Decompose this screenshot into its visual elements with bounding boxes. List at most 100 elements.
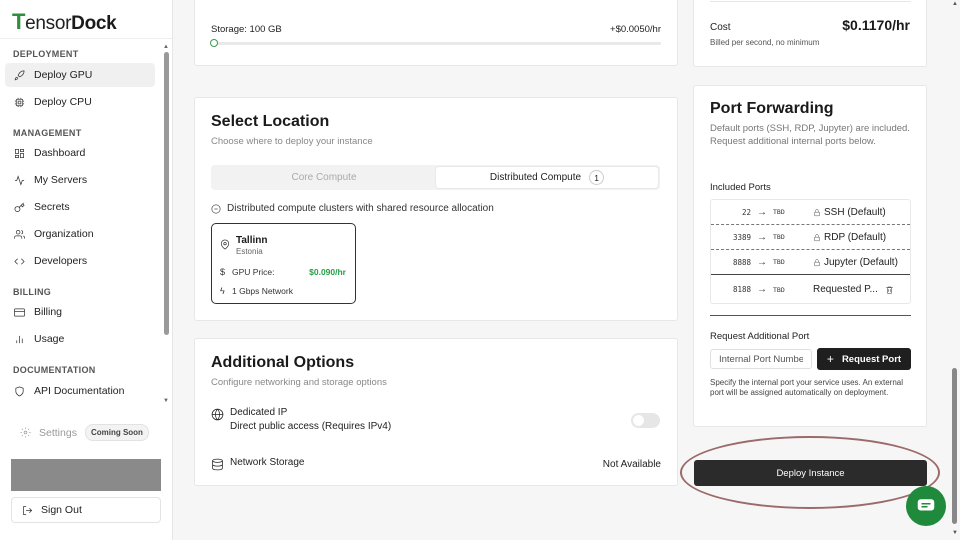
- plus-icon: +: [826, 352, 834, 366]
- storage-price: +$0.0050/hr: [610, 24, 661, 35]
- port-row-requested: 8188 → TBD Requested P...: [711, 277, 910, 302]
- tab-distributed-compute[interactable]: Distributed Compute 1: [436, 167, 658, 188]
- sidebar-item-label: Developers: [34, 255, 88, 267]
- sign-out-label: Sign Out: [41, 504, 82, 516]
- sidebar-item-billing[interactable]: Billing: [5, 300, 155, 324]
- credit-card-icon: [13, 306, 25, 318]
- sign-out-button[interactable]: Sign Out: [11, 497, 161, 523]
- cpu-icon: [13, 96, 25, 108]
- port-row-jupyter: 8888 → TBD Jupyter (Default): [711, 250, 910, 275]
- options-title: Additional Options: [211, 354, 355, 371]
- location-country: Estonia: [236, 247, 263, 256]
- port-row-rdp: 3389 → TBD RDP (Default): [711, 225, 910, 250]
- settings-label: Settings: [39, 426, 77, 439]
- user-profile-block[interactable]: [11, 459, 161, 491]
- network-storage-row: Network Storage: [211, 457, 304, 471]
- dedicated-ip-toggle[interactable]: [631, 413, 660, 428]
- request-port-button[interactable]: + Request Port: [817, 348, 911, 370]
- deploy-instance-label: Deploy Instance: [776, 467, 845, 479]
- arrow-right-icon: →: [757, 231, 767, 243]
- sidebar-item-label: API Documentation: [34, 385, 125, 397]
- sidebar-item-usage[interactable]: Usage: [5, 327, 155, 351]
- section-title-management: MANAGEMENT: [13, 128, 82, 138]
- port-name: Requested P...: [813, 284, 878, 295]
- scroll-up-icon[interactable]: ▲: [163, 44, 169, 50]
- cost-value: $0.1170/hr: [842, 17, 910, 33]
- key-icon: [13, 201, 25, 213]
- sidebar-item-label: Deploy CPU: [34, 96, 92, 108]
- internal-port: 8188: [732, 285, 751, 294]
- internal-port: 22: [741, 207, 751, 217]
- sidebar-scrollbar[interactable]: ▲ ▼: [163, 44, 170, 408]
- shield-icon: [13, 385, 25, 397]
- sidebar-item-label: Secrets: [34, 201, 70, 213]
- scrollbar-thumb[interactable]: [164, 52, 169, 335]
- tab-label: Distributed Compute: [489, 172, 582, 183]
- external-port: TBD: [773, 258, 785, 266]
- storage-slider-thumb[interactable]: [210, 39, 218, 47]
- logo-text: ensor: [25, 13, 72, 34]
- sidebar-item-deploy-gpu[interactable]: Deploy GPU: [5, 63, 155, 87]
- sidebar-item-label: Billing: [34, 306, 63, 318]
- bar-chart-icon: [13, 333, 25, 345]
- arrow-right-icon: →: [757, 256, 767, 268]
- storage-label: Storage: 100 GB: [211, 24, 282, 35]
- location-card-tallinn[interactable]: Tallinn Estonia $ GPU Price: $0.090/hr ϟ1…: [211, 223, 356, 304]
- sidebar-item-api-documentation[interactable]: API Documentation: [5, 379, 155, 403]
- request-port-note: Specify the internal port your service u…: [710, 378, 903, 397]
- dollar-icon: $: [220, 267, 226, 277]
- logo-text-bold: Dock: [71, 13, 117, 34]
- external-port: TBD: [773, 208, 785, 216]
- location-city: Tallinn: [236, 235, 268, 246]
- sidebar-item-label: Deploy GPU: [34, 69, 93, 81]
- scroll-up-icon[interactable]: ▲: [952, 1, 958, 7]
- port-forwarding-card: Port Forwarding Default ports (SSH, RDP,…: [693, 85, 927, 427]
- sidebar-item-developers[interactable]: Developers: [5, 249, 155, 273]
- scrollbar-thumb[interactable]: [952, 368, 957, 524]
- tensordock-logo[interactable]: TensorDock: [12, 9, 117, 35]
- tab-core-compute[interactable]: Core Compute: [213, 167, 435, 188]
- settings-item: Settings Coming Soon: [20, 424, 149, 441]
- port-number-input[interactable]: [710, 349, 812, 369]
- select-location-card: Select Location Choose where to deploy y…: [194, 97, 678, 321]
- storage-card: Storage: 100 GB +$0.0050/hr: [194, 0, 678, 66]
- sidebar-item-dashboard[interactable]: Dashboard: [5, 141, 155, 165]
- database-icon: [212, 458, 223, 471]
- port-name: Jupyter (Default): [824, 256, 898, 268]
- network-storage-status: Not Available: [602, 459, 661, 470]
- cost-card: Cost $0.1170/hr Billed per second, no mi…: [693, 0, 927, 67]
- sidebar-nav: DEPLOYMENT Deploy GPU Deploy CPU MANAGEM…: [0, 38, 172, 410]
- chat-support-button[interactable]: [906, 486, 946, 526]
- scroll-down-icon[interactable]: ▼: [952, 530, 958, 536]
- port-name: RDP (Default): [824, 231, 887, 243]
- lightning-icon: ϟ: [220, 286, 225, 296]
- network-storage-title: Network Storage: [230, 457, 305, 468]
- scroll-down-icon[interactable]: ▼: [163, 398, 169, 404]
- request-port-label: Request Additional Port: [710, 331, 810, 342]
- storage-slider[interactable]: [210, 39, 661, 47]
- count-badge: 1: [589, 170, 605, 185]
- gpu-price-value: $0.090/hr: [309, 267, 346, 277]
- main-scrollbar[interactable]: ▲ ▼: [950, 0, 960, 540]
- sidebar-item-label: Organization: [34, 228, 94, 240]
- section-title-deployment: DEPLOYMENT: [13, 49, 79, 59]
- users-icon: [13, 228, 25, 240]
- arrow-right-icon: →: [757, 284, 767, 295]
- arrow-right-icon: →: [757, 206, 767, 218]
- compute-type-toggle: Core Compute Distributed Compute 1: [211, 165, 660, 190]
- additional-options-card: Additional Options Configure networking …: [194, 338, 678, 486]
- activity-icon: [13, 174, 25, 186]
- dedicated-ip-title: Dedicated IP: [230, 407, 288, 418]
- sidebar-item-deploy-cpu[interactable]: Deploy CPU: [5, 90, 155, 114]
- divider: [710, 1, 911, 2]
- sidebar-item-organization[interactable]: Organization: [5, 222, 155, 246]
- logout-icon: [23, 505, 33, 515]
- port-name: SSH (Default): [824, 206, 886, 218]
- toggle-knob: [633, 415, 644, 426]
- request-port-label-text: Request Port: [841, 353, 902, 365]
- sidebar-item-secrets[interactable]: Secrets: [5, 195, 155, 219]
- options-subtitle: Configure networking and storage options: [211, 377, 387, 388]
- deploy-instance-button[interactable]: Deploy Instance: [694, 460, 927, 486]
- trash-icon[interactable]: [885, 285, 894, 295]
- sidebar-item-my-servers[interactable]: My Servers: [5, 168, 155, 192]
